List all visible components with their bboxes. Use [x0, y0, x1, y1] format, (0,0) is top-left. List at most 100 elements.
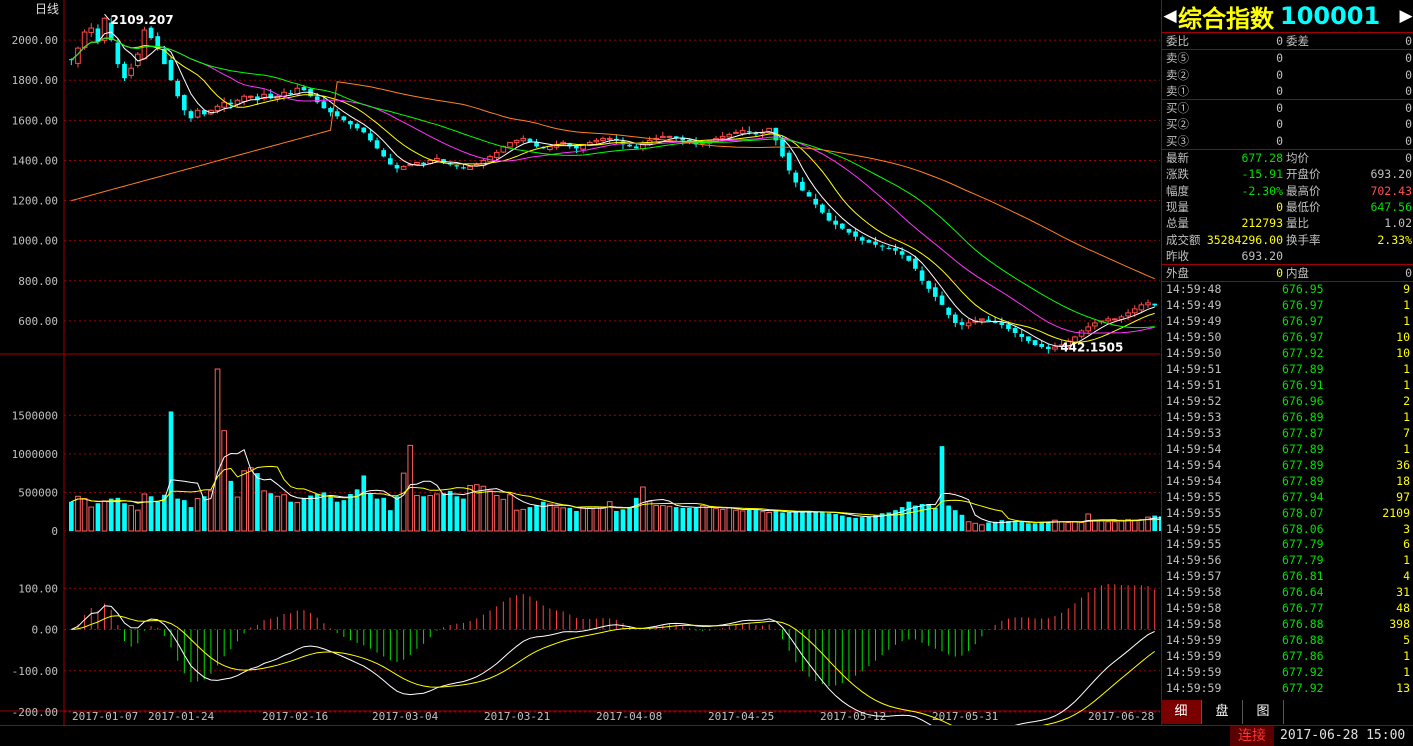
candle-body-down	[746, 131, 752, 133]
tick-list[interactable]: 14:59:48 676.95 9 14:59:49 676.97 1 14:59:49 67…	[1162, 282, 1413, 696]
tick-volume: 1	[1403, 298, 1410, 313]
tick-row: 14:59:48 676.95 9	[1162, 282, 1413, 298]
volume-bar-down	[288, 501, 293, 531]
volume-tick-label: 1000000	[12, 448, 58, 461]
volume-bar-up	[706, 506, 713, 532]
candle-body-down	[534, 142, 539, 147]
buy-volume: 0	[1405, 117, 1412, 132]
tab-2[interactable]: 图	[1243, 700, 1284, 724]
candle-body-up	[400, 165, 407, 170]
candle-body-down	[348, 121, 353, 125]
stat-value: -2.30%	[1241, 183, 1283, 198]
tick-time: 14:59:58	[1166, 617, 1222, 632]
candle-body-up	[513, 139, 520, 144]
quote-panel: ◀ 综合指数 100001 ▶ 委比 0 委差 0 卖⑤ 0 0 卖② 0 0 卖① 0 0 买…	[1161, 0, 1413, 725]
outer-value: 0	[1276, 266, 1283, 281]
tick-price: 677.92	[1282, 664, 1324, 679]
buy-book: 买① 0 0 买② 0 0 买③ 0 0	[1162, 100, 1413, 151]
connection-status[interactable]: 连接	[1230, 726, 1274, 746]
candle-body-up	[666, 135, 673, 138]
sell-row: 卖① 0 0	[1162, 83, 1413, 99]
price-tick-label: 1600.00	[12, 114, 58, 127]
volume-bar-up	[580, 507, 586, 532]
tab-0[interactable]: 细	[1161, 700, 1202, 724]
volume-bar-up	[281, 494, 287, 532]
volume-bar-down	[627, 507, 632, 531]
tick-volume: 13	[1396, 680, 1410, 695]
tick-price: 676.89	[1282, 409, 1324, 424]
quote-stats: 最新 677.28 均价 0 涨跌 -15.91 开盘价 693.20 幅度 -2.30% 最高价 7…	[1162, 150, 1413, 266]
candle-body-down	[633, 146, 639, 149]
candle-body-up	[1145, 302, 1151, 306]
tick-volume: 1	[1403, 362, 1410, 377]
chart-area[interactable]: 日线 2000.00 1800.00 1600.00 1400.00 1200.00 100…	[0, 0, 1161, 725]
date-tick-label: 2017-04-08	[596, 710, 662, 723]
volume-bar-down	[680, 507, 686, 531]
candle-body-down	[1006, 324, 1011, 329]
candle-body-down	[1032, 340, 1038, 345]
price-tick-label: 1800.00	[12, 74, 58, 87]
volume-bar-down	[155, 501, 161, 531]
stat-label: 均价	[1286, 151, 1309, 166]
volume-bar-up	[1105, 521, 1111, 532]
candle-body-down	[859, 237, 865, 241]
candle-body-up	[247, 95, 254, 98]
ma30-line	[70, 37, 1155, 329]
candle-body-up	[979, 318, 985, 321]
volume-bar-down	[999, 520, 1005, 531]
candle-body-down	[1152, 303, 1158, 306]
volume-bar-up	[434, 493, 440, 532]
volume-bar-up	[1085, 513, 1092, 532]
volume-bar-up	[553, 506, 560, 532]
volume-bar-up	[1098, 520, 1105, 532]
volume-bar-up	[699, 505, 706, 532]
tick-time: 14:59:55	[1166, 537, 1222, 552]
tick-price: 676.97	[1282, 298, 1324, 313]
candle-body-down	[168, 60, 174, 81]
tick-volume: 36	[1396, 457, 1410, 472]
macd-tick-label: -200.00	[12, 706, 58, 719]
candle-body-down	[368, 133, 373, 141]
volume-bar-up	[261, 490, 267, 532]
stat-value: 702.43	[1370, 183, 1412, 198]
tab-1[interactable]: 盘	[1202, 700, 1243, 724]
candle-body-down	[314, 96, 320, 103]
order-ratio-label: 委比	[1166, 34, 1189, 48]
tick-row: 14:59:59 677.92 13	[1162, 681, 1413, 697]
volume-bar-up	[666, 505, 673, 532]
volume-bar-down	[301, 497, 307, 531]
tick-volume: 31	[1396, 585, 1410, 600]
macd-dif-line	[71, 605, 1155, 725]
next-arrow-icon[interactable]: ▶	[1398, 6, 1413, 26]
volume-bar-down	[461, 498, 466, 531]
tick-time: 14:59:51	[1166, 362, 1222, 377]
tick-price: 677.92	[1282, 346, 1324, 361]
tick-volume: 2109	[1382, 505, 1410, 520]
tick-price: 677.94	[1282, 489, 1324, 504]
stat-label: 现量	[1166, 199, 1189, 214]
order-diff-value: 0	[1405, 34, 1412, 48]
tick-time: 14:59:59	[1166, 680, 1222, 695]
tick-row: 14:59:49 676.97 1	[1162, 298, 1413, 314]
prev-arrow-icon[interactable]: ◀	[1162, 6, 1178, 26]
volume-bar-down	[813, 512, 819, 531]
volume-bar-up	[719, 508, 726, 532]
volume-bar-down	[255, 473, 260, 531]
tick-row: 14:59:53 676.89 1	[1162, 410, 1413, 426]
volume-bar-down	[873, 515, 878, 531]
stat-label: 量比	[1286, 216, 1309, 231]
volume-bar-down	[567, 507, 573, 531]
volume-bar-down	[201, 496, 207, 531]
volume-bar-down	[1019, 521, 1025, 531]
stat-label: 昨收	[1166, 248, 1189, 263]
volume-bar-up	[500, 498, 507, 532]
candle-body-down	[786, 152, 792, 171]
volume-bar-up	[480, 485, 487, 532]
candle-body-up	[739, 129, 746, 134]
volume-bar-down	[122, 503, 127, 531]
volume-bar-down	[613, 510, 619, 531]
volume-bar-down	[1046, 521, 1051, 531]
candle-body-up	[1125, 312, 1131, 317]
candle-body-up	[507, 141, 513, 148]
candle-body-down	[846, 228, 852, 233]
